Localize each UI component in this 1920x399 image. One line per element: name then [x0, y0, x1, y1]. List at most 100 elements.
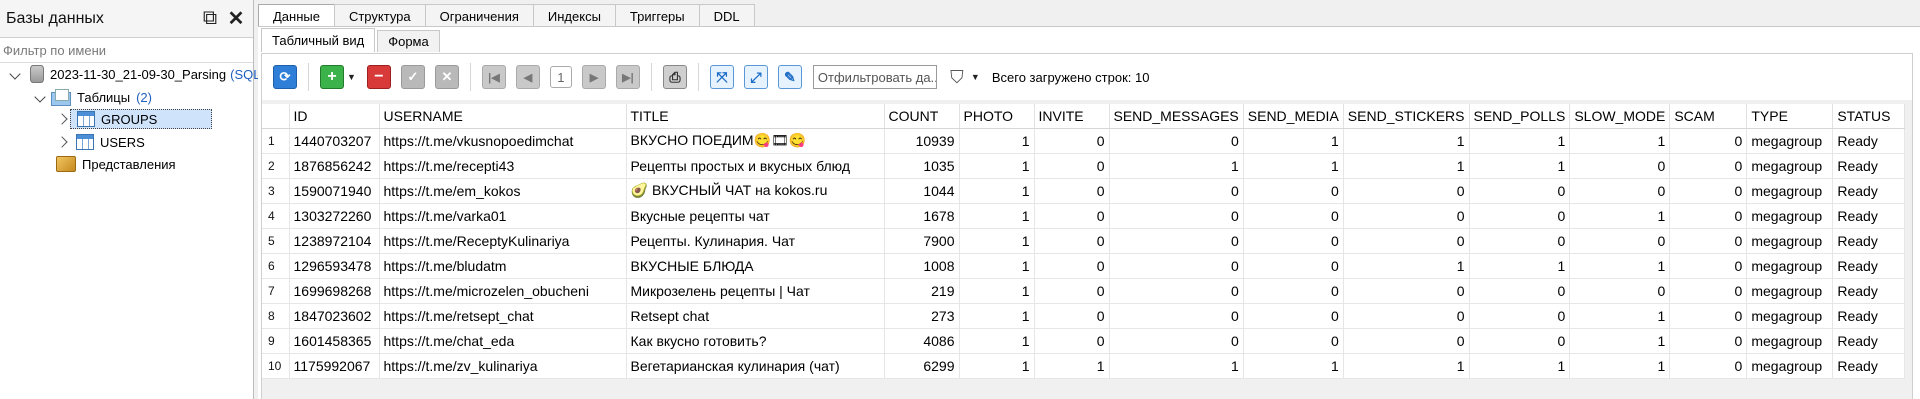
chevron-right-icon[interactable]: [58, 136, 70, 148]
cell-type[interactable]: megagroup: [1746, 328, 1834, 354]
cell-count[interactable]: 6299: [884, 353, 960, 379]
cell-slow-mode[interactable]: 0: [1569, 178, 1671, 204]
cell-photo[interactable]: 1: [959, 203, 1035, 229]
cell-send-stickers[interactable]: 0: [1343, 228, 1470, 254]
rollback-button[interactable]: ✕: [434, 65, 459, 89]
column-header-send-stickers[interactable]: SEND_STICKERS: [1343, 104, 1470, 129]
column-header-send-messages[interactable]: SEND_MESSAGES: [1109, 104, 1244, 129]
cell-status[interactable]: Ready: [1832, 128, 1906, 154]
cell-send-media[interactable]: 1: [1243, 353, 1344, 379]
cell-username[interactable]: https://t.me/microzelen_obucheni: [379, 278, 627, 304]
cell-status[interactable]: Ready: [1832, 153, 1906, 179]
cell-photo[interactable]: 1: [959, 278, 1035, 304]
cell-count[interactable]: 7900: [884, 228, 960, 254]
add-row-button[interactable]: +: [320, 65, 344, 89]
cell-slow-mode[interactable]: 1: [1569, 128, 1671, 154]
column-header-send-polls[interactable]: SEND_POLLS: [1469, 104, 1571, 129]
cell-send-media[interactable]: 0: [1243, 178, 1344, 204]
row-number[interactable]: 10: [262, 353, 290, 379]
cell-send-messages[interactable]: 0: [1109, 228, 1244, 254]
table-row[interactable]: 1 1440703207 https://t.me/vkusnopoedimchat…: [262, 128, 1906, 154]
cell-invite[interactable]: 0: [1034, 278, 1110, 304]
cell-slow-mode[interactable]: 1: [1569, 328, 1671, 354]
cell-send-polls[interactable]: 0: [1469, 203, 1571, 229]
tab-data[interactable]: Данные: [258, 4, 335, 27]
cell-photo[interactable]: 1: [959, 178, 1035, 204]
row-number[interactable]: 7: [262, 278, 290, 304]
cell-send-stickers[interactable]: 1: [1343, 128, 1470, 154]
column-header-send-media[interactable]: SEND_MEDIA: [1243, 104, 1344, 129]
cell-username[interactable]: https://t.me/varka01: [379, 203, 627, 229]
tree-item-users[interactable]: USERS: [58, 131, 145, 153]
cell-send-messages[interactable]: 1: [1109, 353, 1244, 379]
cell-id[interactable]: 1699698268: [289, 278, 380, 304]
last-page-button[interactable]: ▶|: [615, 65, 640, 89]
table-row[interactable]: 2 1876856242 https://t.me/recepti43 Рецепты…: [262, 153, 1906, 179]
cell-scam[interactable]: 0: [1669, 278, 1748, 304]
cell-username[interactable]: https://t.me/chat_eda: [379, 328, 627, 354]
cell-id[interactable]: 1440703207: [289, 128, 380, 154]
cell-send-stickers[interactable]: 1: [1343, 353, 1470, 379]
cell-send-media[interactable]: 0: [1243, 253, 1344, 279]
cell-scam[interactable]: 0: [1669, 353, 1748, 379]
row-number[interactable]: 5: [262, 228, 290, 254]
cell-slow-mode[interactable]: 1: [1569, 203, 1671, 229]
cell-slow-mode[interactable]: 1: [1569, 253, 1671, 279]
cell-send-media[interactable]: 1: [1243, 128, 1344, 154]
cell-title[interactable]: Рецепты. Кулинария. Чат: [626, 228, 885, 254]
cell-invite[interactable]: 0: [1034, 328, 1110, 354]
tree-item-views[interactable]: Представления: [52, 153, 176, 175]
cell-username[interactable]: https://t.me/em_kokos: [379, 178, 627, 204]
cell-title[interactable]: Как вкусно готовить?: [626, 328, 885, 354]
cell-count[interactable]: 219: [884, 278, 960, 304]
cell-title[interactable]: Вегетарианская кулинария (чат): [626, 353, 885, 379]
next-page-button[interactable]: ▶: [581, 65, 606, 89]
cell-send-stickers[interactable]: 0: [1343, 328, 1470, 354]
export-icon[interactable]: ✎: [777, 65, 802, 89]
cell-scam[interactable]: 0: [1669, 328, 1748, 354]
cell-type[interactable]: megagroup: [1746, 353, 1834, 379]
close-icon[interactable]: ✕: [223, 6, 249, 32]
cell-invite[interactable]: 0: [1034, 253, 1110, 279]
cell-photo[interactable]: 1: [959, 353, 1035, 379]
cell-send-polls[interactable]: 0: [1469, 178, 1571, 204]
cell-count[interactable]: 4086: [884, 328, 960, 354]
cell-type[interactable]: megagroup: [1746, 153, 1834, 179]
column-header-title[interactable]: TITLE: [626, 104, 885, 129]
column-header-photo[interactable]: PHOTO: [959, 104, 1035, 129]
tab-structure[interactable]: Структура: [333, 4, 426, 27]
cell-title[interactable]: Рецепты простых и вкусных блюд: [626, 153, 885, 179]
cell-send-polls[interactable]: 0: [1469, 278, 1571, 304]
cell-id[interactable]: 1296593478: [289, 253, 380, 279]
cell-slow-mode[interactable]: 0: [1569, 153, 1671, 179]
cell-count[interactable]: 1044: [884, 178, 960, 204]
cell-send-messages[interactable]: 0: [1109, 203, 1244, 229]
expand-icon[interactable]: ⤢: [743, 65, 768, 89]
cell-send-media[interactable]: 0: [1243, 203, 1344, 229]
cell-send-polls[interactable]: 1: [1469, 353, 1571, 379]
add-row-dropdown-icon[interactable]: ▼: [347, 72, 356, 82]
cell-invite[interactable]: 1: [1034, 353, 1110, 379]
cell-slow-mode[interactable]: 0: [1569, 278, 1671, 304]
tab-indexes[interactable]: Индексы: [532, 4, 616, 27]
cell-id[interactable]: 1175992067: [289, 353, 380, 379]
cell-status[interactable]: Ready: [1832, 328, 1906, 354]
commit-button[interactable]: ✓: [400, 65, 425, 89]
cell-send-polls[interactable]: 0: [1469, 228, 1571, 254]
table-row[interactable]: 10 1175992067 https://t.me/zv_kulinariya Ве…: [262, 353, 1906, 379]
cell-count[interactable]: 1035: [884, 153, 960, 179]
column-header-invite[interactable]: INVITE: [1034, 104, 1110, 129]
cell-id[interactable]: 1847023602: [289, 303, 380, 329]
cell-username[interactable]: https://t.me/recepti43: [379, 153, 627, 179]
cell-id[interactable]: 1601458365: [289, 328, 380, 354]
cell-send-messages[interactable]: 1: [1109, 153, 1244, 179]
cell-title[interactable]: 🥑 ВКУСНЫЙ ЧАТ на kokos.ru: [626, 178, 885, 204]
cell-title[interactable]: Вкусные рецепты чат: [626, 203, 885, 229]
cell-scam[interactable]: 0: [1669, 178, 1748, 204]
cell-send-messages[interactable]: 0: [1109, 278, 1244, 304]
row-number[interactable]: 2: [262, 153, 290, 179]
row-number[interactable]: 3: [262, 178, 290, 204]
cell-send-stickers[interactable]: 0: [1343, 203, 1470, 229]
cell-username[interactable]: https://t.me/ReceptyKulinariya: [379, 228, 627, 254]
cell-send-media[interactable]: 0: [1243, 328, 1344, 354]
